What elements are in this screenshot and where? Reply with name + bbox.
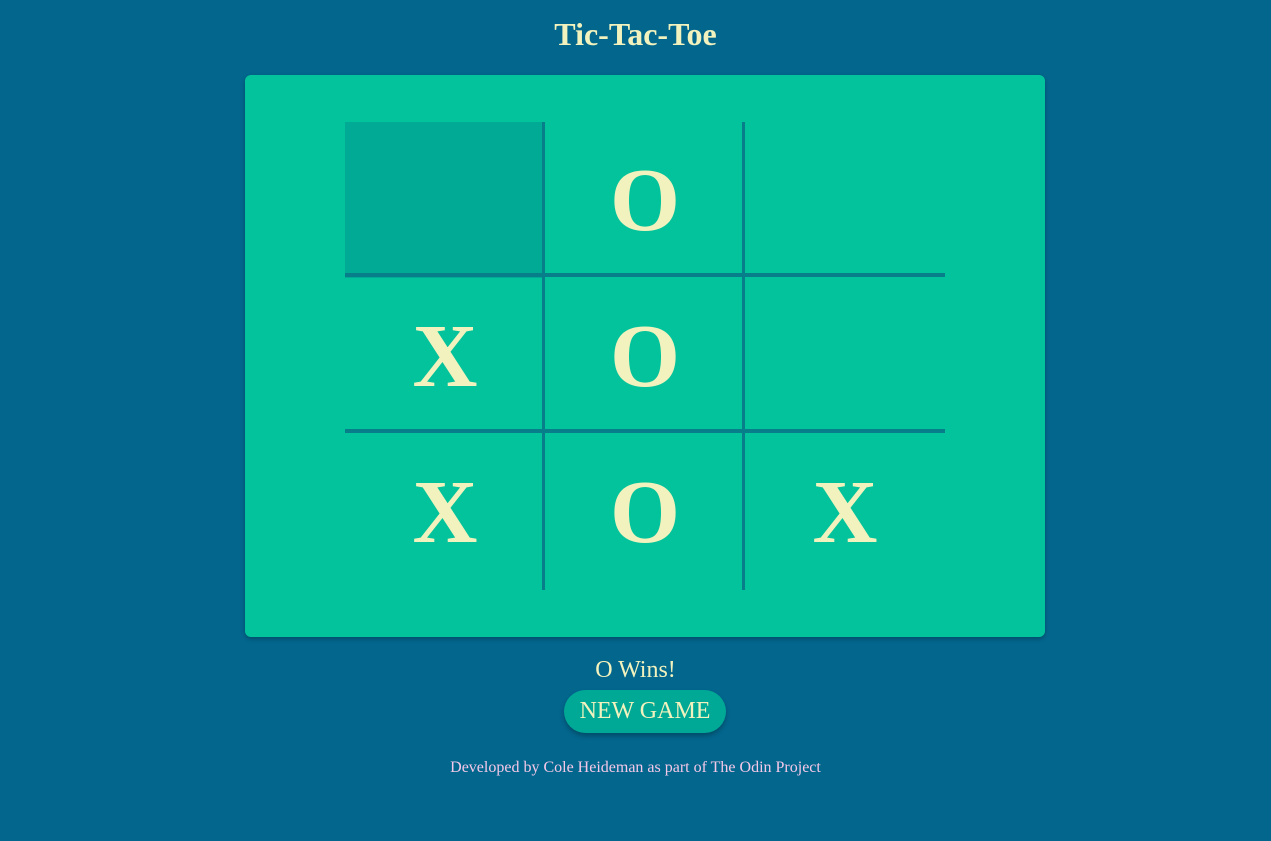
grid-line-horizontal-1 <box>345 273 945 277</box>
board-cell-8[interactable]: O <box>545 434 745 590</box>
board-cell-2[interactable]: O <box>545 122 745 278</box>
board-cell-7[interactable]: X <box>345 434 545 590</box>
game-board-container: O X O X O X <box>245 75 1045 637</box>
page-title: Tic-Tac-Toe <box>554 16 717 52</box>
game-board: O X O X O X <box>345 122 945 590</box>
board-cell-4[interactable]: X <box>345 278 545 434</box>
game-status: O Wins! <box>595 657 676 683</box>
footer-credit: Developed by Cole Heideman as part of Th… <box>450 759 821 776</box>
board-cell-6[interactable] <box>745 278 945 434</box>
grid-line-vertical-2 <box>742 122 745 590</box>
board-cell-9[interactable]: X <box>745 434 945 590</box>
board-cell-3[interactable] <box>745 122 945 278</box>
grid-line-vertical-1 <box>542 122 545 590</box>
grid-line-horizontal-2 <box>345 429 945 433</box>
board-cell-5[interactable]: O <box>545 278 745 434</box>
new-game-button[interactable]: NEW GAME <box>564 690 726 733</box>
board-cell-1[interactable] <box>345 122 545 278</box>
